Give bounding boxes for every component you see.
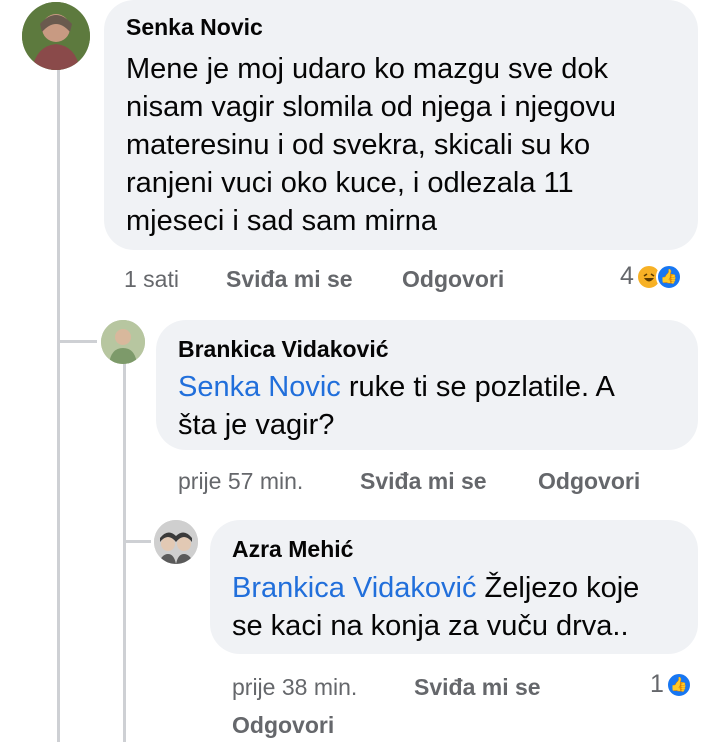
comment-line: se kaci na konja za vuču drva.. xyxy=(232,610,629,642)
comment-line: mjeseci i sad sam mirna xyxy=(126,205,438,237)
thread-line-reply xyxy=(123,360,126,742)
comment-line: Brankica Vidaković Željezo koje xyxy=(232,569,692,607)
reaction-summary[interactable]: 4 👍 xyxy=(620,262,682,291)
mention-link[interactable]: Brankica Vidaković xyxy=(232,572,476,604)
reply-button[interactable]: Odgovori xyxy=(232,712,334,739)
comment-text: Senka Novic ruke ti se pozlatile. A šta … xyxy=(178,368,688,444)
comment-line: ranjeni vuci oko kuce, i odlezala 11 xyxy=(126,167,574,199)
like-button[interactable]: Sviđa mi se xyxy=(360,468,487,495)
like-icon: 👍 xyxy=(665,671,692,698)
like-button[interactable]: Sviđa mi se xyxy=(226,266,353,293)
comment-actions: prije 57 min. Sviđa mi se Odgovori xyxy=(178,468,698,498)
reply-button[interactable]: Odgovori xyxy=(402,266,504,293)
avatar[interactable] xyxy=(101,320,145,364)
comment-author[interactable]: Senka Novic xyxy=(126,14,263,41)
like-icon: 👍 xyxy=(655,263,682,290)
comment-line: materesinu i od svekra, skicali su ko xyxy=(126,129,591,161)
reaction-count: 1 xyxy=(650,670,664,698)
avatar[interactable] xyxy=(154,520,198,564)
comment-text-part: ruke ti se pozlatile. A xyxy=(340,371,615,403)
like-button[interactable]: Sviđa mi se xyxy=(414,674,541,701)
comment-actions: prije 38 min. Sviđa mi se Odgovori xyxy=(232,674,692,742)
comment-author[interactable]: Brankica Vidaković xyxy=(178,336,389,363)
thread-line-main xyxy=(57,70,60,742)
timestamp[interactable]: 1 sati xyxy=(124,266,179,293)
timestamp[interactable]: prije 57 min. xyxy=(178,468,303,495)
comment-text: Mene je moj udaro ko mazgu sve dok nisam… xyxy=(126,50,686,240)
thread-connector-2 xyxy=(123,540,151,543)
user-photo-icon xyxy=(101,320,145,364)
comment-line: Senka Novic ruke ti se pozlatile. A xyxy=(178,368,688,406)
comment-line: nisam vagir slomila od njega i njegovu xyxy=(126,91,617,123)
comment-text: Brankica Vidaković Željezo koje se kaci … xyxy=(232,569,692,645)
comment-line: šta je vagir? xyxy=(178,409,335,441)
thread-connector-1 xyxy=(57,340,97,343)
reaction-summary[interactable]: 1 👍 xyxy=(650,670,692,699)
comment-line: Mene je moj udaro ko mazgu sve dok xyxy=(126,53,608,85)
avatar[interactable] xyxy=(22,2,90,70)
comment-text-part: Željezo koje xyxy=(476,572,640,604)
reaction-count: 4 xyxy=(620,262,634,290)
reply-button[interactable]: Odgovori xyxy=(538,468,640,495)
mention-link[interactable]: Senka Novic xyxy=(178,371,341,403)
user-photo-icon xyxy=(22,2,90,70)
timestamp[interactable]: prije 38 min. xyxy=(232,674,357,701)
comment-author[interactable]: Azra Mehić xyxy=(232,536,353,563)
user-photo-icon xyxy=(154,520,198,564)
comment-actions: 1 sati Sviđa mi se Odgovori xyxy=(124,266,684,296)
